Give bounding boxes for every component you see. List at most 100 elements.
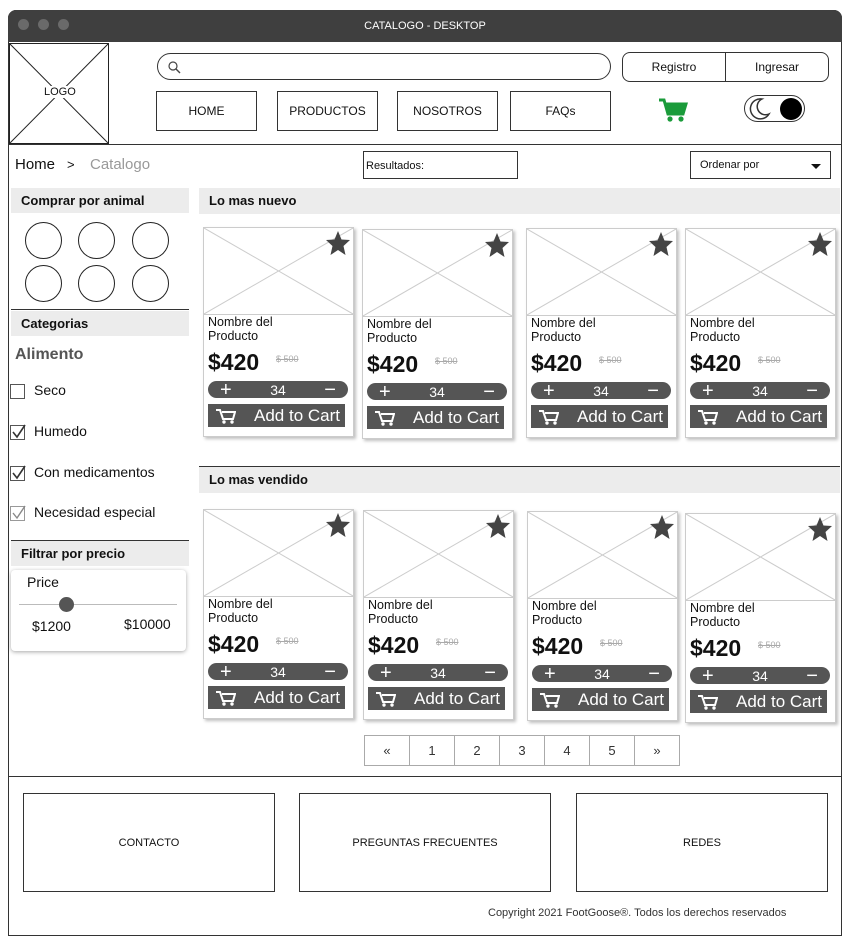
animal-filter-circle[interactable] bbox=[78, 222, 115, 259]
product-name: Nombre del Producto bbox=[531, 316, 671, 344]
product-card[interactable]: Nombre del Producto $420 $ 500 +34 − Add t… bbox=[362, 229, 513, 439]
search-input[interactable] bbox=[157, 53, 611, 80]
plus-icon[interactable]: + bbox=[220, 380, 232, 400]
nav-nosotros[interactable]: NOSOTROS bbox=[397, 91, 498, 131]
add-to-cart-button[interactable]: Add to Cart bbox=[531, 405, 668, 428]
add-to-cart-button[interactable]: Add to Cart bbox=[690, 690, 827, 713]
quantity-stepper: +34 − bbox=[367, 382, 507, 402]
plus-icon[interactable]: + bbox=[380, 663, 392, 683]
favorite-star-icon[interactable] bbox=[807, 231, 833, 257]
filter-checkbox-necesidad[interactable] bbox=[10, 505, 26, 521]
product-old-price: $ 500 bbox=[276, 636, 299, 646]
product-card[interactable]: Nombre del Producto $420 $ 500 +34 − Add t… bbox=[527, 511, 678, 721]
footer-faq[interactable]: PREGUNTAS FRECUENTES bbox=[299, 793, 551, 892]
page-4[interactable]: 4 bbox=[545, 736, 590, 765]
footer-contact[interactable]: CONTACTO bbox=[23, 793, 275, 892]
add-to-cart-button[interactable]: Add to Cart bbox=[690, 405, 827, 428]
copyright: Copyright 2021 FootGoose®. Todos los der… bbox=[488, 907, 787, 919]
product-price: $420 bbox=[367, 351, 419, 377]
quantity-value: 34 bbox=[430, 664, 446, 681]
plus-icon[interactable]: + bbox=[220, 662, 232, 682]
favorite-star-icon[interactable] bbox=[325, 230, 351, 256]
animal-filter-circle[interactable] bbox=[25, 222, 62, 259]
favorite-star-icon[interactable] bbox=[649, 514, 675, 540]
cart-icon bbox=[375, 410, 395, 426]
product-card[interactable]: Nombre del Producto $420 $ 500 +34 − Add t… bbox=[203, 227, 354, 437]
minus-icon[interactable]: − bbox=[324, 662, 336, 682]
product-name-line2: Producto bbox=[531, 330, 582, 344]
page-3[interactable]: 3 bbox=[500, 736, 545, 765]
breadcrumb-home[interactable]: Home bbox=[15, 156, 55, 173]
product-price: $420 bbox=[690, 635, 742, 661]
minus-icon[interactable]: − bbox=[648, 664, 660, 684]
price-max: $10000 bbox=[124, 616, 171, 632]
animal-filter-circle[interactable] bbox=[78, 265, 115, 302]
quantity-stepper: +34 − bbox=[690, 381, 830, 401]
product-name-line1: Nombre del bbox=[690, 316, 755, 330]
minimize-window-button[interactable] bbox=[38, 19, 49, 30]
product-old-price: $ 500 bbox=[758, 640, 781, 650]
page-prev[interactable]: « bbox=[365, 736, 410, 765]
categories-title: Categorias bbox=[11, 311, 189, 336]
product-old-price: $ 500 bbox=[435, 356, 458, 366]
maximize-window-button[interactable] bbox=[58, 19, 69, 30]
product-price: $420 bbox=[208, 349, 260, 375]
price-slider-track[interactable] bbox=[19, 604, 177, 605]
product-card[interactable]: Nombre del Producto $420 $ 500 +34 − Add t… bbox=[685, 513, 836, 723]
add-to-cart-button[interactable]: Add to Cart bbox=[367, 406, 504, 429]
nav-productos[interactable]: PRODUCTOS bbox=[277, 91, 378, 131]
product-card[interactable]: Nombre del Producto $420 $ 500 +34 − Add t… bbox=[685, 228, 836, 438]
favorite-star-icon[interactable] bbox=[485, 513, 511, 539]
footer-social[interactable]: REDES bbox=[576, 793, 828, 892]
dark-mode-toggle[interactable] bbox=[744, 95, 805, 122]
price-slider-handle[interactable] bbox=[59, 597, 75, 612]
favorite-star-icon[interactable] bbox=[807, 516, 833, 542]
login-button[interactable]: Ingresar bbox=[725, 53, 828, 81]
sort-dropdown[interactable]: Ordenar por bbox=[690, 151, 831, 179]
product-name-line1: Nombre del bbox=[368, 598, 433, 612]
favorite-star-icon[interactable] bbox=[484, 232, 510, 258]
minus-icon[interactable]: − bbox=[806, 381, 818, 401]
minus-icon[interactable]: − bbox=[647, 381, 659, 401]
page-1[interactable]: 1 bbox=[410, 736, 455, 765]
plus-icon[interactable]: + bbox=[702, 381, 714, 401]
close-window-button[interactable] bbox=[18, 19, 29, 30]
add-to-cart-button[interactable]: Add to Cart bbox=[208, 686, 345, 709]
filter-checkbox-humedo[interactable] bbox=[10, 424, 26, 440]
filter-checkbox-seco[interactable] bbox=[10, 384, 25, 399]
plus-icon[interactable]: + bbox=[543, 381, 555, 401]
animal-filter-circle[interactable] bbox=[25, 265, 62, 302]
page-5[interactable]: 5 bbox=[590, 736, 635, 765]
plus-icon[interactable]: + bbox=[702, 666, 714, 686]
plus-icon[interactable]: + bbox=[379, 382, 391, 402]
nav-faqs[interactable]: FAQs bbox=[510, 91, 611, 131]
product-name-line2: Producto bbox=[690, 330, 741, 344]
nav-home[interactable]: HOME bbox=[156, 91, 257, 131]
add-to-cart-button[interactable]: Add to Cart bbox=[368, 687, 505, 710]
favorite-star-icon[interactable] bbox=[648, 231, 674, 257]
page-2[interactable]: 2 bbox=[455, 736, 500, 765]
sort-label: Ordenar por bbox=[700, 159, 760, 171]
product-card[interactable]: Nombre del Producto $420 $ 500 +34 − Add t… bbox=[363, 510, 514, 720]
cart-icon bbox=[376, 691, 396, 707]
favorite-star-icon[interactable] bbox=[325, 512, 351, 538]
minus-icon[interactable]: − bbox=[483, 382, 495, 402]
quantity-value: 34 bbox=[752, 382, 768, 399]
plus-icon[interactable]: + bbox=[544, 664, 556, 684]
breadcrumb-separator: > bbox=[67, 157, 75, 172]
add-to-cart-button[interactable]: Add to Cart bbox=[208, 404, 345, 427]
minus-icon[interactable]: − bbox=[324, 380, 336, 400]
filter-checkbox-medicamentos[interactable] bbox=[10, 465, 26, 481]
minus-icon[interactable]: − bbox=[806, 666, 818, 686]
animal-filter-circle[interactable] bbox=[132, 222, 169, 259]
register-button[interactable]: Registro bbox=[623, 53, 725, 81]
product-card[interactable]: Nombre del Producto $420 $ 500 +34 − Add t… bbox=[203, 509, 354, 719]
page-next[interactable]: » bbox=[635, 736, 679, 765]
auth-buttons: Registro Ingresar bbox=[622, 52, 829, 82]
add-to-cart-button[interactable]: Add to Cart bbox=[532, 688, 669, 711]
title-bar: CATALOGO - DESKTOP bbox=[8, 10, 842, 42]
animal-filter-circle[interactable] bbox=[132, 265, 169, 302]
product-card[interactable]: Nombre del Producto $420 $ 500 +34 − Add t… bbox=[526, 228, 677, 438]
cart-icon[interactable] bbox=[658, 97, 688, 123]
minus-icon[interactable]: − bbox=[484, 663, 496, 683]
